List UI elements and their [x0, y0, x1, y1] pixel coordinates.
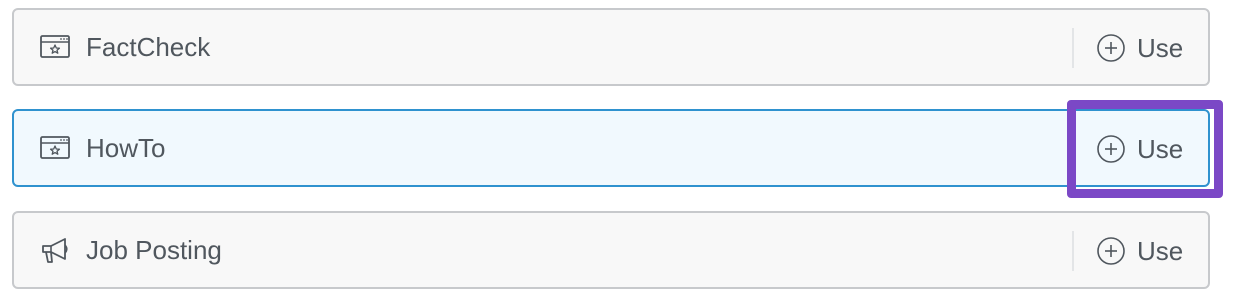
plus-circle-icon	[1096, 33, 1126, 63]
schema-row-job-posting[interactable]: Job Posting Use	[12, 211, 1210, 289]
use-button-label: Use	[1137, 236, 1184, 266]
divider	[1072, 231, 1074, 271]
use-button[interactable]: Use	[1096, 28, 1196, 68]
divider	[1072, 28, 1074, 68]
megaphone-icon	[39, 237, 71, 263]
schema-row-label: Job Posting	[86, 235, 222, 265]
schema-row-label: FactCheck	[86, 32, 211, 62]
plus-circle-icon	[1096, 134, 1126, 164]
schema-row-label: HowTo	[86, 133, 166, 163]
schema-window-star-icon	[39, 135, 71, 161]
schema-window-star-icon	[39, 34, 71, 60]
plus-circle-icon	[1096, 236, 1126, 266]
use-button-label: Use	[1137, 134, 1184, 164]
schema-type-list: FactCheck Use HowTo Use Job Posting Use	[0, 0, 1236, 302]
schema-row-factcheck[interactable]: FactCheck Use	[12, 8, 1210, 86]
use-button-label: Use	[1137, 33, 1184, 63]
use-button[interactable]: Use	[1096, 129, 1196, 169]
schema-row-howto[interactable]: HowTo Use	[12, 109, 1210, 187]
use-button[interactable]: Use	[1096, 231, 1196, 271]
